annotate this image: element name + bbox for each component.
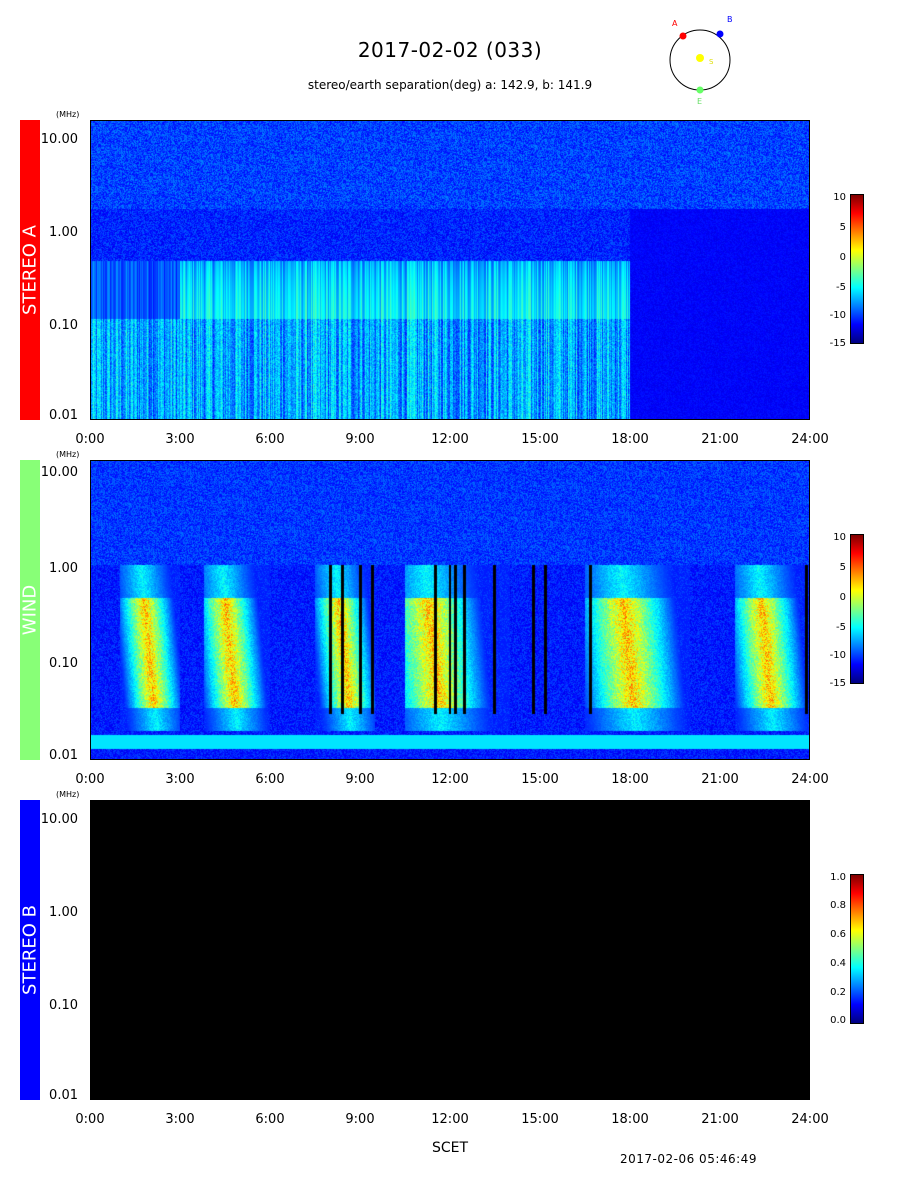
earth-label: E [697,97,702,106]
colorbar-tick: 0.6 [830,929,846,940]
x-tick: 18:00 [611,772,649,787]
generated-timestamp: 2017-02-06 05:46:49 [620,1152,757,1166]
stereo-b-label: B [727,15,733,24]
x-tick: 3:00 [165,432,195,447]
x-tick: 0:00 [75,1112,105,1127]
colorbar-tick: 5 [839,562,846,573]
colorbar-tick: -15 [829,338,846,349]
stereo-a-panel-label: STEREO A [19,225,41,315]
stereo-b-marker [716,30,724,38]
stereo-b-sidebar: STEREO B [19,800,41,1100]
x-tick: 12:00 [431,1112,469,1127]
wind-unit-label: (MHz) [56,450,80,459]
earth-marker [696,86,704,94]
y-tick: 0.10 [49,656,78,671]
y-tick: 10.00 [40,812,78,827]
stereo-a-colorbar [850,194,864,344]
stereo-b-unit-label: (MHz) [56,790,80,799]
wind-panel-label: WIND [19,584,41,636]
y-tick: 10.00 [40,465,78,480]
x-tick: 12:00 [431,432,469,447]
x-axis-label: SCET [431,1140,469,1156]
colorbar-tick: -15 [829,678,846,689]
stereo-a-spectrogram [90,120,810,420]
separation-subtitle: stereo/earth separation(deg) a: 142.9, b… [307,78,593,92]
x-tick: 0:00 [75,432,105,447]
x-tick: 3:00 [165,1112,195,1127]
orbit-diagram: A B S E [669,15,733,106]
y-tick: 1.00 [49,225,78,240]
colorbar-tick: 0 [839,252,846,263]
colorbar-tick: -10 [829,310,846,321]
stereo-b-spectrogram [90,800,810,1100]
sun-marker [696,54,704,62]
page-title: 2017-02-02 (033) [357,38,543,62]
y-tick: 1.00 [49,561,78,576]
colorbar-tick: 0.2 [830,987,846,998]
x-tick: 15:00 [521,772,559,787]
colorbar-tick: 0.4 [830,958,846,969]
x-tick: 12:00 [431,772,469,787]
x-tick: 24:00 [791,772,829,787]
sun-label: S [709,58,714,66]
stereo-a-sidebar: STEREO A [19,120,41,420]
colorbar-tick: 0 [839,592,846,603]
colorbar-tick: 10 [833,532,846,543]
colorbar-tick: -5 [836,282,846,293]
colorbar-tick: 0.0 [830,1015,846,1026]
x-tick: 18:00 [611,432,649,447]
x-tick: 9:00 [345,1112,375,1127]
x-tick: 18:00 [611,1112,649,1127]
x-tick: 9:00 [345,432,375,447]
y-tick: 0.01 [49,408,78,423]
colorbar-tick: 1.0 [830,872,846,883]
x-tick: 15:00 [521,1112,559,1127]
stereo-b-colorbar [850,874,864,1024]
y-tick: 0.01 [49,748,78,763]
y-tick: 0.10 [49,318,78,333]
x-tick: 6:00 [255,432,285,447]
wind-colorbar [850,534,864,684]
x-tick: 3:00 [165,772,195,787]
x-tick: 9:00 [345,772,375,787]
y-tick: 10.00 [40,132,78,147]
x-tick: 6:00 [255,772,285,787]
stereo-a-unit-label: (MHz) [56,110,80,119]
colorbar-tick: -10 [829,650,846,661]
colorbar-tick: 10 [833,192,846,203]
y-tick: 0.10 [49,998,78,1013]
x-tick: 15:00 [521,432,559,447]
x-tick: 21:00 [701,432,739,447]
x-tick: 0:00 [75,772,105,787]
wind-spectrogram [90,460,810,760]
colorbar-tick: -5 [836,622,846,633]
colorbar-tick: 0.8 [830,900,846,911]
x-tick: 21:00 [701,772,739,787]
stereo-a-marker [679,32,687,40]
x-tick: 21:00 [701,1112,739,1127]
y-tick: 1.00 [49,905,78,920]
x-tick: 6:00 [255,1112,285,1127]
wind-sidebar: WIND [19,460,41,760]
colorbar-tick: 5 [839,222,846,233]
stereo-a-label: A [672,19,678,28]
y-tick: 0.01 [49,1088,78,1103]
stereo-b-panel-label: STEREO B [19,905,41,995]
x-tick: 24:00 [791,432,829,447]
x-tick: 24:00 [791,1112,829,1127]
